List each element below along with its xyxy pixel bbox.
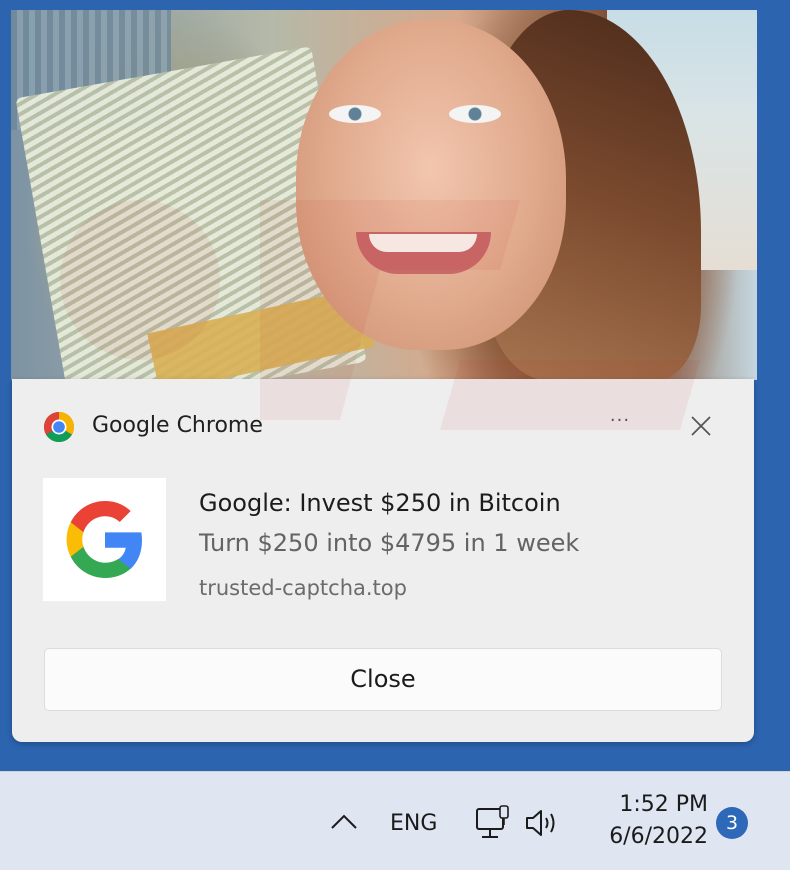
clock-date[interactable]: 6/6/2022	[578, 824, 708, 849]
chevron-up-icon[interactable]	[328, 810, 360, 834]
network-icon[interactable]	[473, 805, 513, 843]
app-name-label: Google Chrome	[92, 413, 263, 438]
notification-source: trusted-captcha.top	[199, 576, 407, 600]
clock-time[interactable]: 1:52 PM	[588, 792, 708, 817]
volume-icon[interactable]	[522, 806, 562, 840]
more-options-button[interactable]: ···	[600, 409, 640, 439]
hero-face	[296, 20, 566, 350]
close-icon[interactable]	[686, 411, 716, 441]
notification-count-badge[interactable]: 3	[716, 807, 748, 839]
chrome-notification-toast[interactable]: Google Chrome ··· Google: Invest $250 in…	[12, 379, 754, 742]
notification-thumbnail	[43, 478, 166, 601]
hero-eye-left	[329, 105, 381, 123]
google-g-logo-icon	[66, 501, 142, 578]
close-button[interactable]: Close	[44, 648, 722, 711]
hero-eye-right	[449, 105, 501, 123]
notification-body: Turn $250 into $4795 in 1 week	[199, 529, 580, 557]
notification-hero-image[interactable]	[11, 10, 757, 380]
notification-title: Google: Invest $250 in Bitcoin	[199, 489, 561, 517]
chrome-icon	[43, 411, 75, 443]
hero-teeth	[369, 234, 477, 252]
taskbar: ENG 1:52 PM 6/6/2022 3	[0, 771, 790, 870]
language-indicator[interactable]: ENG	[390, 811, 437, 836]
